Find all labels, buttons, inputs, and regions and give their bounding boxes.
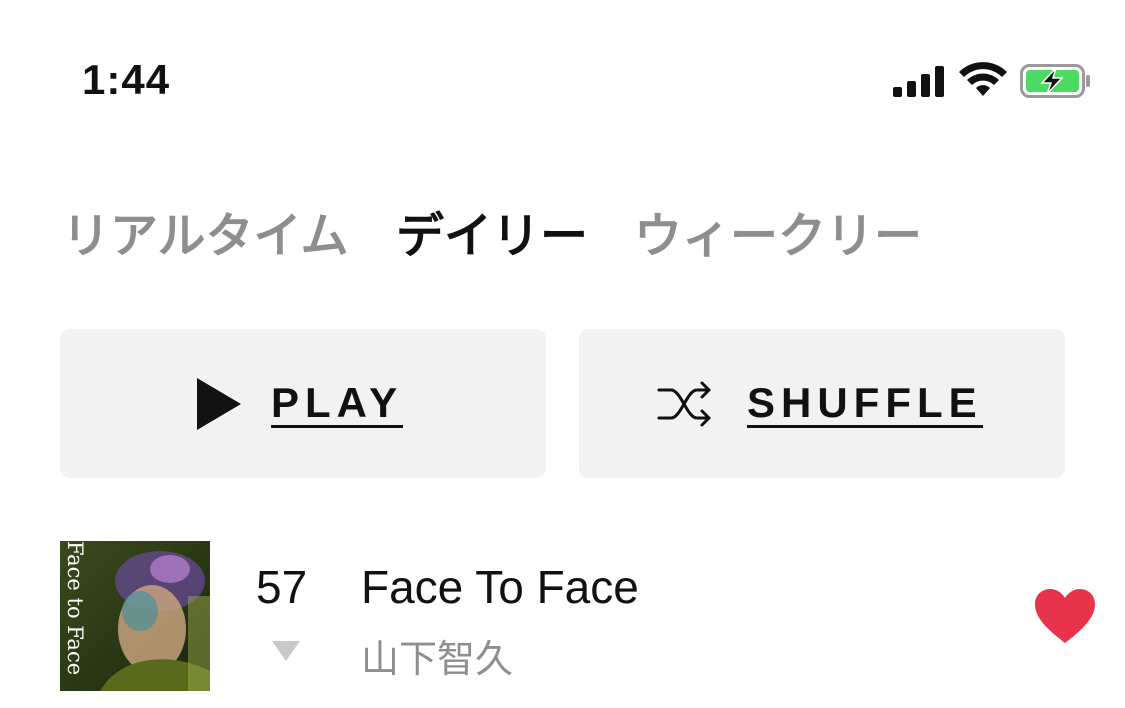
shuffle-button[interactable]: SHUFFLE — [579, 329, 1065, 478]
status-time: 1:44 — [82, 56, 171, 103]
album-artwork: Face to Face — [60, 541, 210, 691]
battery-charging-icon — [1020, 64, 1090, 98]
play-icon — [197, 378, 241, 430]
shuffle-icon — [657, 381, 711, 427]
artwork-title-text: Face to Face — [63, 541, 87, 676]
track-artist: 山下智久 — [361, 637, 514, 681]
rank-down-icon — [272, 641, 300, 661]
play-button[interactable]: PLAY — [60, 329, 546, 478]
track-title: Face To Face — [361, 561, 639, 613]
play-button-label: PLAY — [271, 379, 404, 428]
tab-weekly[interactable]: ウィークリー — [634, 196, 922, 266]
tab-daily[interactable]: デイリー — [396, 196, 588, 266]
chart-rank: 57 — [256, 561, 308, 613]
cellular-signal-icon — [893, 66, 944, 97]
tab-realtime[interactable]: リアルタイム — [62, 196, 349, 266]
heart-icon[interactable] — [1033, 587, 1097, 645]
wifi-icon — [959, 62, 1007, 96]
shuffle-button-label: SHUFFLE — [747, 379, 983, 428]
